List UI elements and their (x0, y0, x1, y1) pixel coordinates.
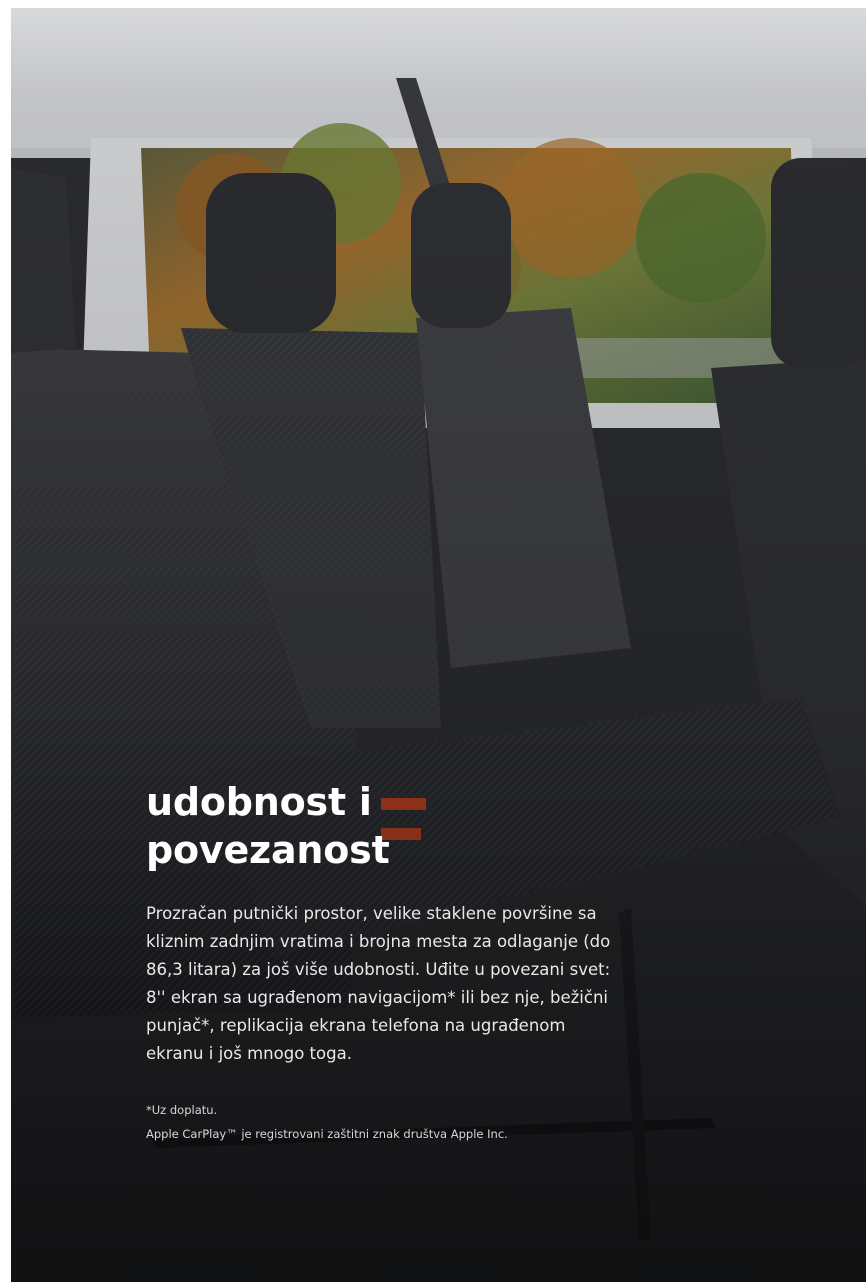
title-line-2: povezanost (146, 828, 390, 872)
page-title: udobnost i povezanost (146, 778, 626, 874)
text-block: udobnost i povezanost Prozračan putnički… (146, 778, 626, 1146)
footnote-trademark: Apple CarPlay™ je registrovani zaštitni … (146, 1127, 508, 1141)
title-line-1: udobnost i (146, 780, 372, 824)
footnotes: *Uz doplatu. Apple CarPlay™ je registrov… (146, 1098, 626, 1146)
body-paragraph: Prozračan putnički prostor, velike stakl… (146, 904, 611, 1063)
footnote-surcharge: *Uz doplatu. (146, 1103, 218, 1117)
